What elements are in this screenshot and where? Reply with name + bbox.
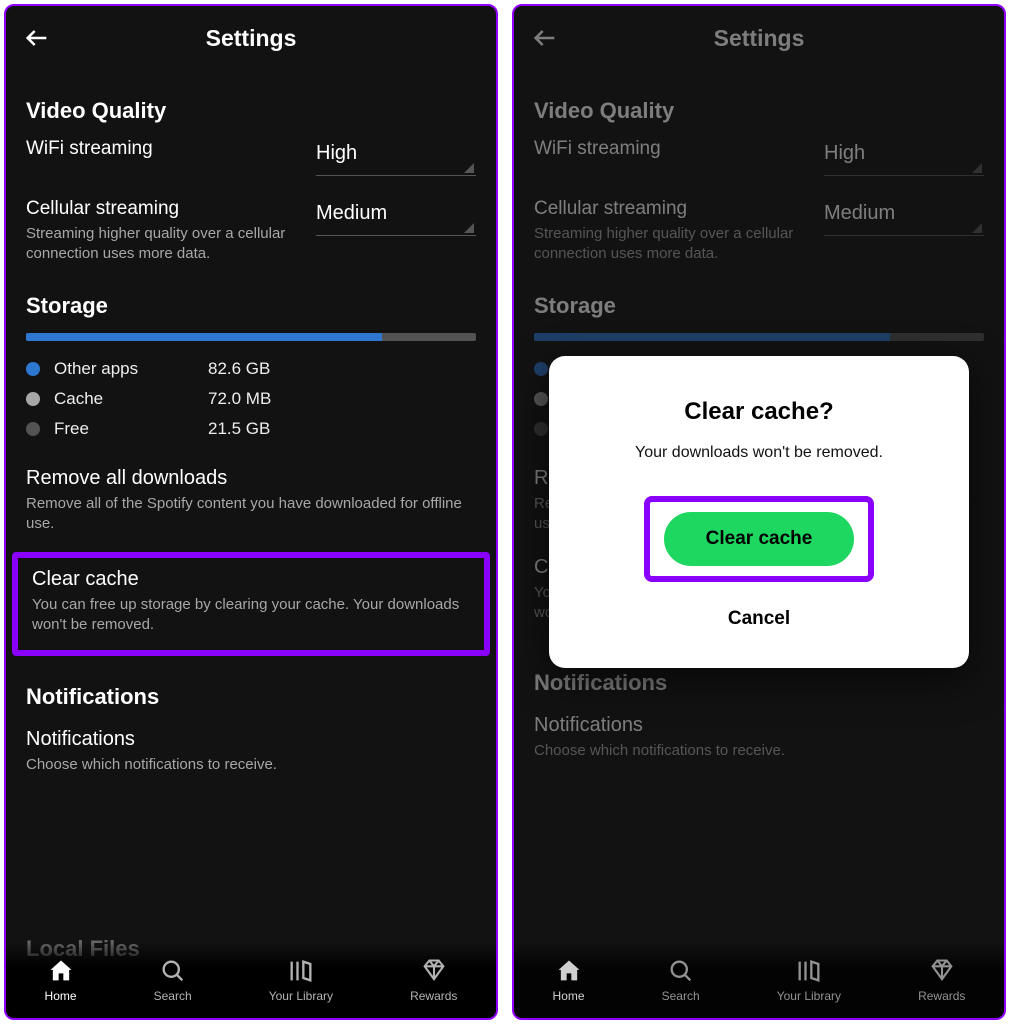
storage-bar xyxy=(534,333,984,341)
clear-cache-item[interactable]: Clear cache You can free up storage by c… xyxy=(12,552,490,656)
page-title: Settings xyxy=(6,25,496,52)
section-notifications: Notifications xyxy=(534,670,984,696)
section-video-quality: Video Quality xyxy=(534,98,984,124)
search-icon xyxy=(159,957,187,985)
legend-value: 72.0 MB xyxy=(208,389,271,409)
dot-icon xyxy=(26,392,40,406)
legend-free: Free 21.5 GB xyxy=(26,419,476,439)
nav-library[interactable]: Your Library xyxy=(777,957,841,1003)
storage-legend: Other apps 82.6 GB Cache 72.0 MB Free 21… xyxy=(26,359,476,439)
dialog-title: Clear cache? xyxy=(575,398,943,426)
section-notifications: Notifications xyxy=(26,684,476,710)
home-icon xyxy=(555,957,583,985)
back-button[interactable] xyxy=(20,21,54,55)
setting-cellular-streaming[interactable]: Cellular streaming Streaming higher qual… xyxy=(26,198,476,265)
library-icon xyxy=(287,957,315,985)
remove-all-downloads[interactable]: Remove all downloads Remove all of the S… xyxy=(26,463,476,553)
nav-label: Home xyxy=(45,989,77,1003)
clear-cache-confirm-button[interactable]: Clear cache xyxy=(664,512,855,566)
setting-wifi-streaming[interactable]: WiFi streaming High xyxy=(26,138,476,176)
section-storage: Storage xyxy=(26,293,476,319)
nav-search[interactable]: Search xyxy=(662,957,700,1003)
home-icon xyxy=(47,957,75,985)
app-header: Settings xyxy=(514,6,1004,70)
legend-value: 21.5 GB xyxy=(208,419,270,439)
nav-label: Your Library xyxy=(269,989,333,1003)
storage-bar-fill xyxy=(26,333,382,341)
wifi-streaming-select[interactable]: High xyxy=(316,138,476,176)
nav-rewards[interactable]: Rewards xyxy=(918,957,965,1003)
app-header: Settings xyxy=(6,6,496,70)
library-icon xyxy=(795,957,823,985)
clear-cache-title: Clear cache xyxy=(32,568,470,591)
dot-icon xyxy=(26,422,40,436)
nav-label: Rewards xyxy=(410,989,457,1003)
legend-label: Free xyxy=(54,419,194,439)
highlight-frame: Clear cache xyxy=(644,496,875,582)
cellular-streaming-select[interactable]: Medium xyxy=(316,198,476,236)
remove-downloads-title: Remove all downloads xyxy=(26,467,476,490)
screenshot-settings: Settings Video Quality WiFi streaming Hi… xyxy=(4,4,498,1020)
diamond-icon xyxy=(928,957,956,985)
cellular-streaming-sub: Streaming higher quality over a cellular… xyxy=(26,224,286,265)
clear-cache-desc: You can free up storage by clearing your… xyxy=(32,595,470,636)
diamond-icon xyxy=(420,957,448,985)
dot-icon xyxy=(26,362,40,376)
cancel-button[interactable]: Cancel xyxy=(720,600,798,638)
page-title: Settings xyxy=(514,25,1004,52)
legend-cache: Cache 72.0 MB xyxy=(26,389,476,409)
clear-cache-dialog: Clear cache? Your downloads won't be rem… xyxy=(549,356,969,668)
nav-home[interactable]: Home xyxy=(45,957,77,1003)
notifications-desc: Choose which notifications to receive. xyxy=(26,755,476,775)
remove-downloads-desc: Remove all of the Spotify content you ha… xyxy=(26,494,476,535)
cellular-streaming-label: Cellular streaming xyxy=(26,198,292,220)
legend-value: 82.6 GB xyxy=(208,359,270,379)
section-storage: Storage xyxy=(534,293,984,319)
storage-bar xyxy=(26,333,476,341)
screenshot-dialog: Settings Video Quality WiFi streaming Hi… xyxy=(512,4,1006,1020)
legend-other-apps: Other apps 82.6 GB xyxy=(26,359,476,379)
nav-home[interactable]: Home xyxy=(553,957,585,1003)
setting-cellular-streaming[interactable]: Cellular streaming Streaming higher qual… xyxy=(534,198,984,265)
notifications-title: Notifications xyxy=(26,728,476,751)
setting-wifi-streaming[interactable]: WiFi streaming High xyxy=(534,138,984,176)
notifications-item[interactable]: Notifications Choose which notifications… xyxy=(26,724,476,793)
arrow-left-icon xyxy=(23,24,51,52)
nav-search[interactable]: Search xyxy=(154,957,192,1003)
back-button[interactable] xyxy=(528,21,562,55)
wifi-streaming-label: WiFi streaming xyxy=(26,138,292,160)
section-video-quality: Video Quality xyxy=(26,98,476,124)
nav-rewards[interactable]: Rewards xyxy=(410,957,457,1003)
legend-label: Cache xyxy=(54,389,194,409)
nav-library[interactable]: Your Library xyxy=(269,957,333,1003)
search-icon xyxy=(667,957,695,985)
bottom-nav: Home Search Your Library Rewards xyxy=(6,942,496,1018)
notifications-item[interactable]: Notifications Choose which notifications… xyxy=(534,710,984,779)
arrow-left-icon xyxy=(531,24,559,52)
dialog-body: Your downloads won't be removed. xyxy=(575,444,943,462)
nav-label: Search xyxy=(154,989,192,1003)
bottom-nav: Home Search Your Library Rewards xyxy=(514,942,1004,1018)
legend-label: Other apps xyxy=(54,359,194,379)
